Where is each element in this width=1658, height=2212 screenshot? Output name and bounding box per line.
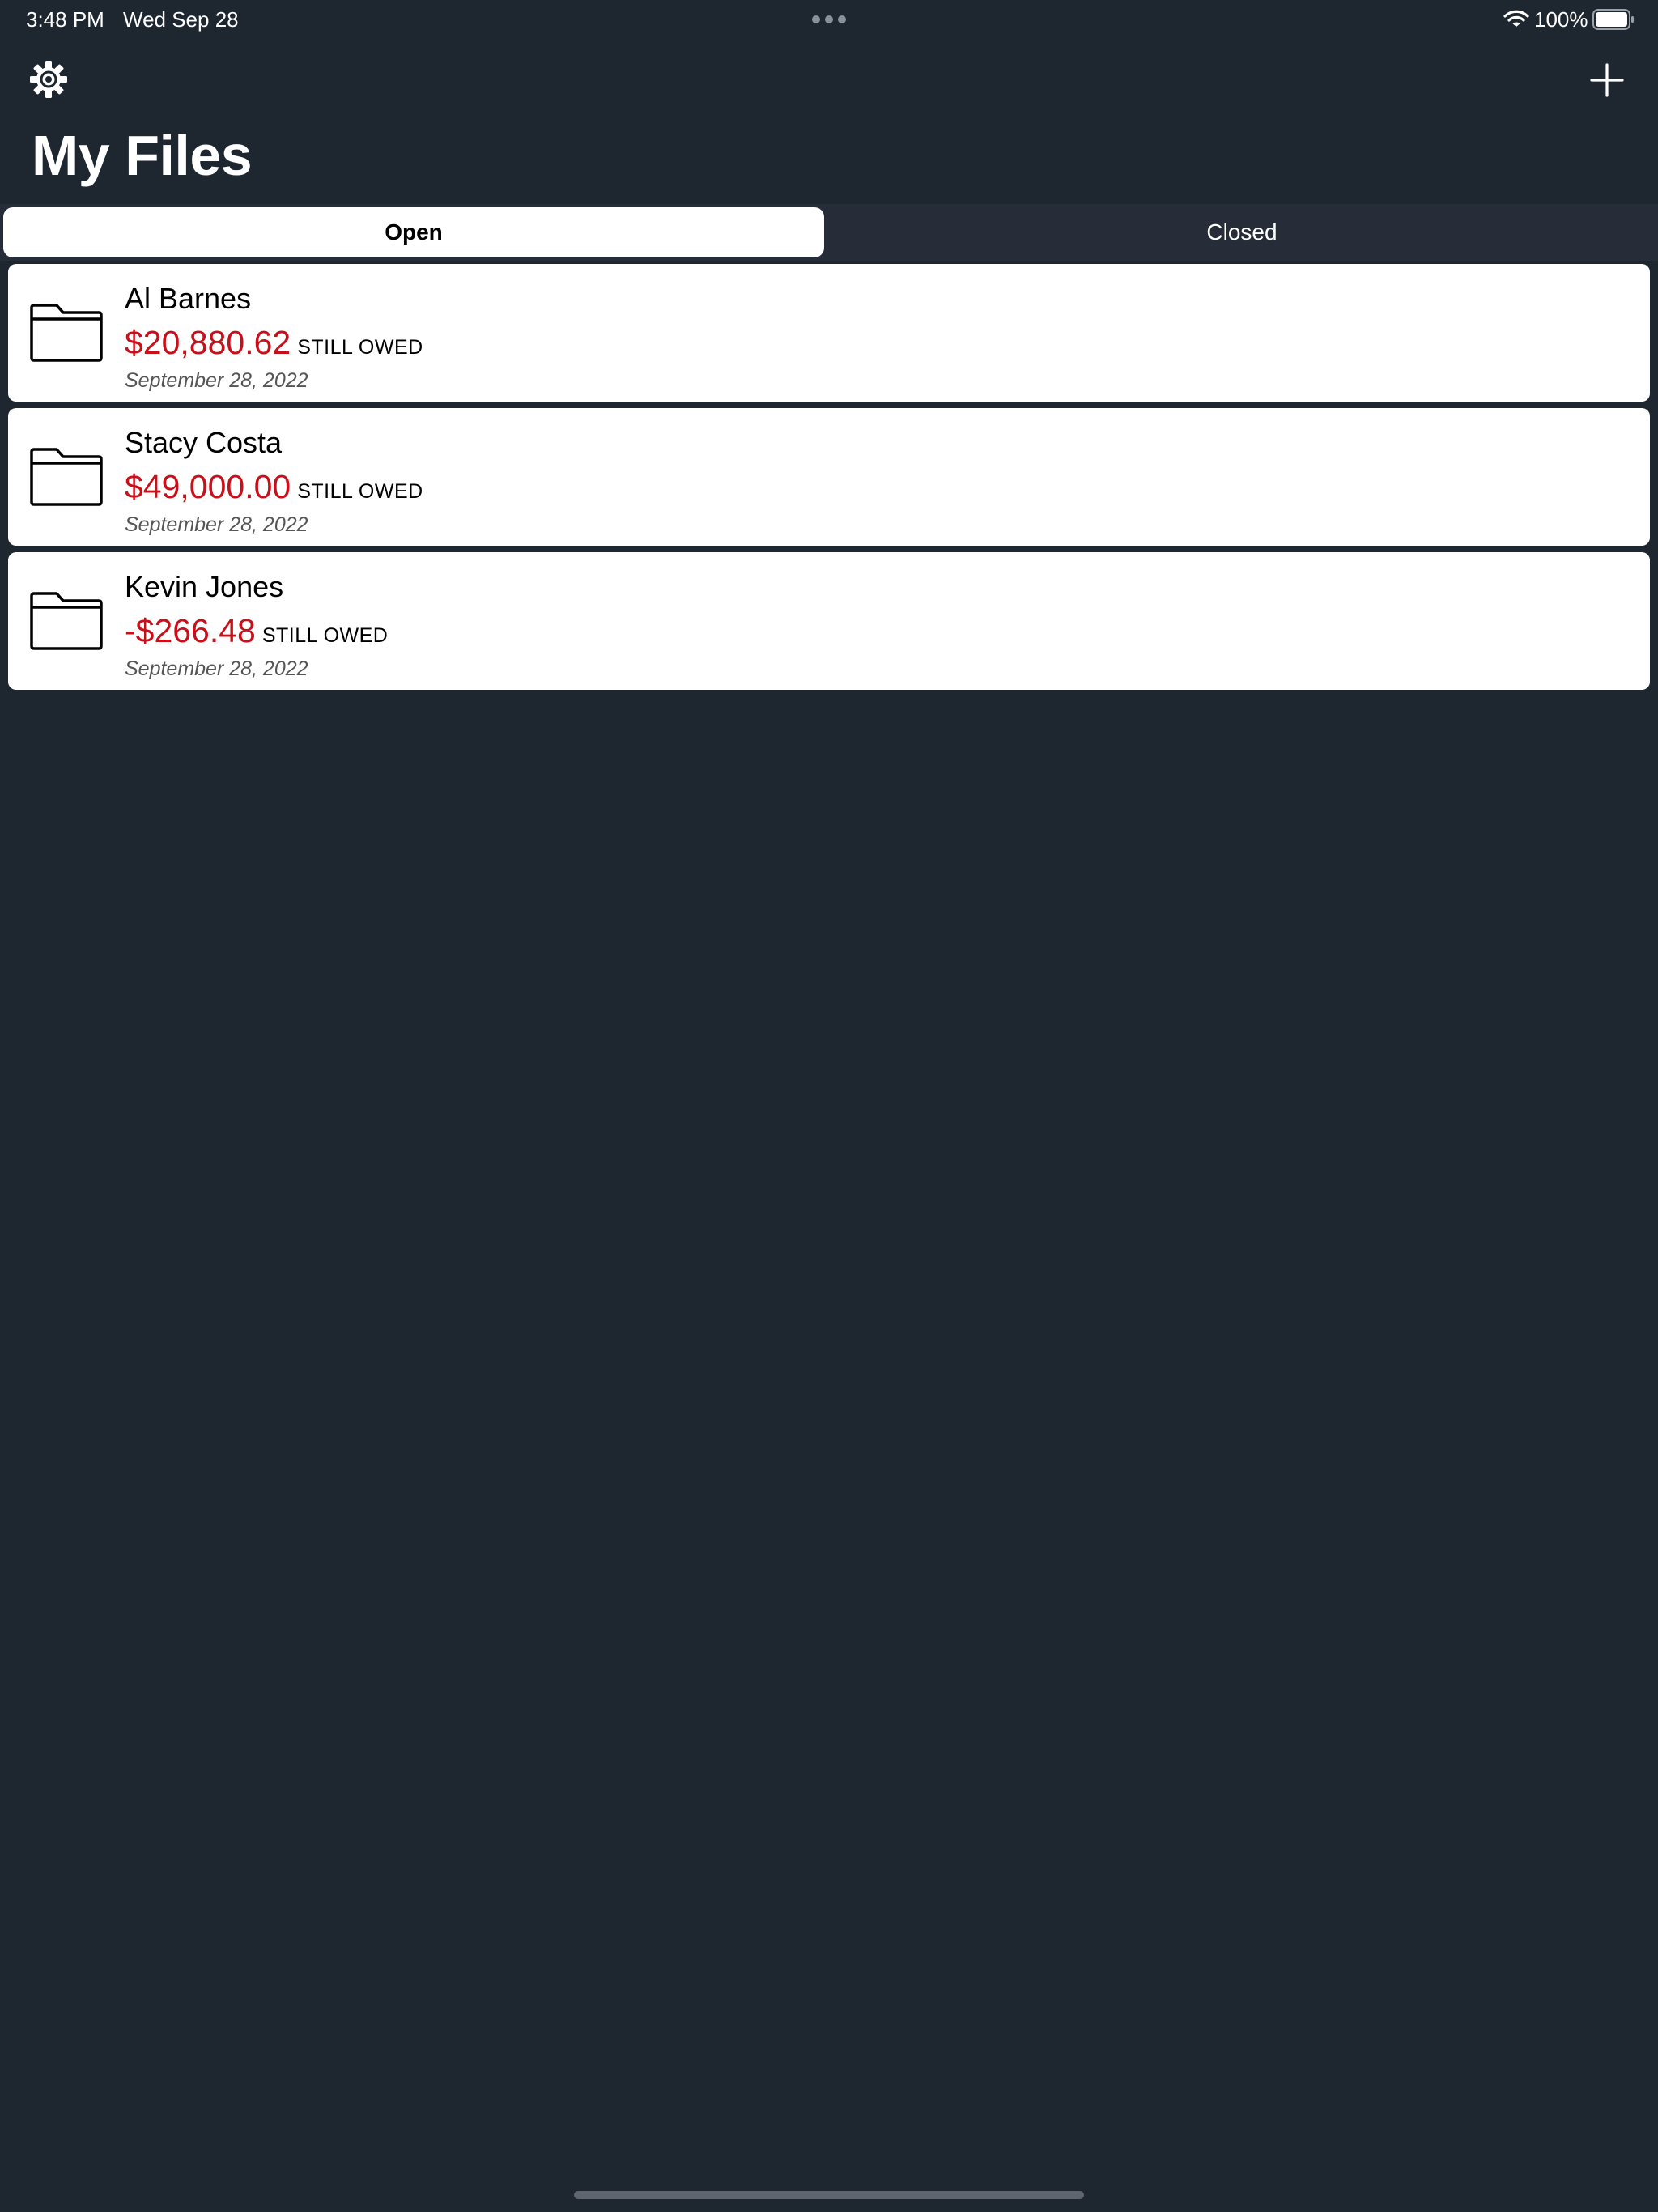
segment-closed[interactable]: Closed bbox=[829, 207, 1655, 257]
file-date: September 28, 2022 bbox=[125, 369, 308, 392]
add-file-button[interactable] bbox=[1588, 62, 1626, 99]
file-row[interactable]: Stacy Costa $49,000.00 STILL OWED Septemb… bbox=[8, 408, 1650, 546]
file-row[interactable]: Al Barnes $20,880.62 STILL OWED September… bbox=[8, 264, 1650, 402]
home-indicator[interactable] bbox=[574, 2191, 1084, 2199]
file-row[interactable]: Kevin Jones -$266.48 STILL OWED September… bbox=[8, 552, 1650, 690]
file-name: Al Barnes bbox=[125, 282, 252, 315]
file-date: September 28, 2022 bbox=[125, 657, 308, 680]
file-amount: $20,880.62 bbox=[125, 324, 291, 361]
settings-button[interactable] bbox=[29, 60, 68, 99]
gear-icon bbox=[30, 61, 67, 98]
segment-open-label: Open bbox=[385, 219, 443, 245]
page-title: My Files bbox=[32, 124, 253, 187]
battery-percent: 100% bbox=[1534, 7, 1588, 32]
file-name: Stacy Costa bbox=[125, 426, 283, 459]
battery-icon bbox=[1592, 9, 1634, 30]
file-balance: $49,000.00 STILL OWED bbox=[125, 468, 423, 506]
folder-icon bbox=[30, 448, 103, 506]
battery-fill bbox=[1596, 12, 1627, 27]
file-balance: -$266.48 STILL OWED bbox=[125, 612, 388, 650]
file-amount: $49,000.00 bbox=[125, 468, 291, 505]
segment-open[interactable]: Open bbox=[3, 207, 824, 257]
status-date: Wed Sep 28 bbox=[123, 7, 239, 32]
multitasking-dots-icon[interactable] bbox=[812, 15, 846, 23]
file-amount: -$266.48 bbox=[125, 612, 256, 649]
file-owed-label: STILL OWED bbox=[297, 336, 423, 359]
wifi-icon bbox=[1503, 10, 1529, 27]
file-list: Al Barnes $20,880.62 STILL OWED September… bbox=[8, 264, 1650, 696]
file-name: Kevin Jones bbox=[125, 570, 284, 603]
open-closed-segmented-control: Open Closed bbox=[0, 204, 1658, 261]
segment-closed-label: Closed bbox=[1206, 219, 1278, 245]
file-owed-label: STILL OWED bbox=[261, 624, 389, 647]
file-owed-label: STILL OWED bbox=[297, 480, 423, 503]
folder-icon bbox=[30, 592, 103, 650]
folder-icon bbox=[30, 304, 103, 362]
status-bar: 3:48 PM Wed Sep 28 100% bbox=[0, 0, 1658, 39]
status-time: 3:48 PM bbox=[26, 7, 104, 32]
file-date: September 28, 2022 bbox=[125, 513, 308, 536]
plus-icon bbox=[1590, 63, 1624, 97]
file-balance: $20,880.62 STILL OWED bbox=[125, 324, 423, 362]
